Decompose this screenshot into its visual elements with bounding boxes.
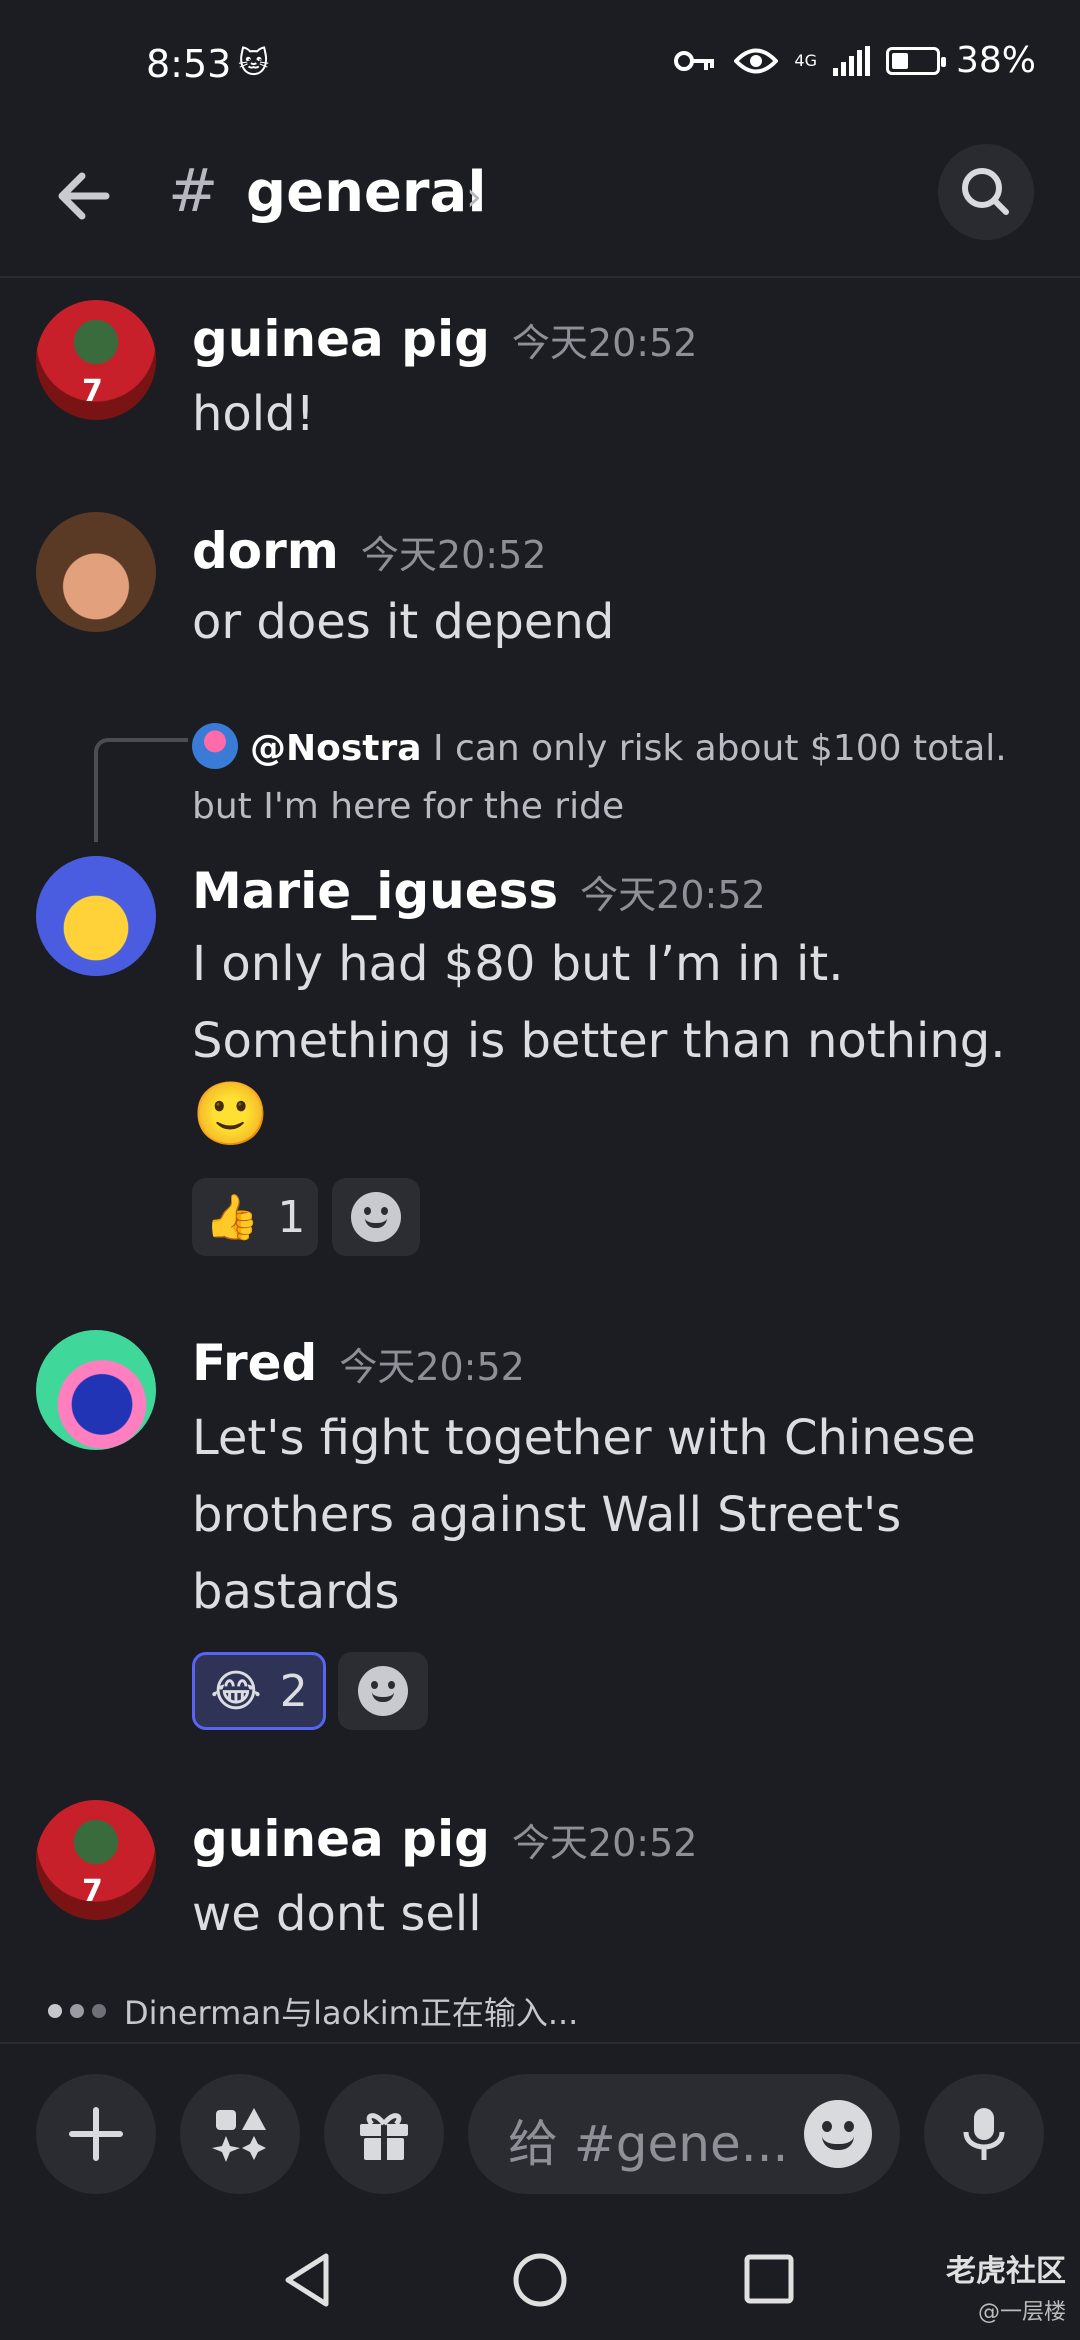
avatar[interactable] bbox=[36, 856, 156, 976]
add-reaction-button[interactable] bbox=[338, 1652, 428, 1730]
reaction-laughing[interactable]: 😂 2 bbox=[192, 1652, 326, 1730]
avatar[interactable] bbox=[36, 512, 156, 632]
cat-notification-icon: 🐱 bbox=[238, 46, 270, 81]
emoji-icon[interactable] bbox=[804, 2100, 872, 2168]
typing-dots-icon bbox=[48, 2004, 106, 2018]
channel-name[interactable]: general bbox=[246, 160, 487, 225]
typing-indicator: Dinerman与laokim正在输入... bbox=[48, 1988, 578, 2034]
message-input[interactable]: 给 #gene... bbox=[468, 2074, 900, 2194]
message-author[interactable]: guinea pig 今天20:52 bbox=[192, 310, 697, 368]
add-attachment-button[interactable] bbox=[36, 2074, 156, 2194]
status-time: 8:53 bbox=[146, 42, 232, 86]
reply-user[interactable]: @Nostra bbox=[250, 728, 422, 769]
network-type: 4G bbox=[794, 50, 817, 70]
voice-message-button[interactable] bbox=[924, 2074, 1044, 2194]
channel-hash-icon: # bbox=[168, 156, 219, 226]
search-button[interactable] bbox=[938, 144, 1034, 240]
reply-avatar bbox=[192, 723, 238, 769]
message-author[interactable]: guinea pig 今天20:52 bbox=[192, 1810, 697, 1868]
watermark-main: 老虎社区 bbox=[946, 2254, 1066, 2289]
watermark-sub: @一层楼 bbox=[977, 2300, 1066, 2325]
avatar[interactable] bbox=[36, 1330, 156, 1450]
typing-text: Dinerman与laokim正在输入... bbox=[124, 1994, 579, 2032]
divider bbox=[0, 2042, 1080, 2044]
battery-percent: 38% bbox=[955, 40, 1036, 81]
microphone-icon bbox=[963, 2108, 1005, 2160]
message-emoji: 🙂 bbox=[192, 1077, 270, 1150]
apps-icon bbox=[212, 2108, 266, 2162]
gift-icon bbox=[360, 2113, 408, 2160]
system-nav-bar bbox=[0, 2220, 1080, 2340]
watermark: 老虎社区 @一层楼 bbox=[946, 2246, 1066, 2326]
emoji-icon bbox=[351, 1192, 401, 1242]
back-arrow-icon[interactable] bbox=[48, 160, 120, 232]
message-text: I only had $80 but I’m in it. Something … bbox=[192, 936, 1006, 1069]
channel-header: # general › bbox=[0, 130, 1080, 278]
plus-icon bbox=[69, 2107, 123, 2161]
message-text: we dont sell bbox=[192, 1886, 482, 1942]
message-author[interactable]: Fred 今天20:52 bbox=[192, 1334, 525, 1392]
battery-icon bbox=[885, 46, 946, 75]
nav-recents-icon[interactable] bbox=[742, 2252, 796, 2306]
message-text: Let's fight together with Chinese brothe… bbox=[192, 1410, 976, 1620]
add-reaction-button[interactable] bbox=[332, 1178, 420, 1256]
chevron-right-icon[interactable]: › bbox=[466, 174, 482, 220]
status-icons: 4G 38% bbox=[674, 40, 1036, 81]
message-timestamp: 今天20:52 bbox=[580, 873, 766, 917]
avatar[interactable]: 7 bbox=[36, 1800, 156, 1920]
nav-back-icon[interactable] bbox=[280, 2250, 334, 2310]
reply-preview[interactable]: @Nostra I can only risk about $100 total… bbox=[192, 720, 1052, 836]
thumbs-up-icon: 👍 bbox=[204, 1192, 260, 1243]
eye-icon bbox=[734, 48, 779, 73]
message-timestamp: 今天20:52 bbox=[360, 533, 547, 577]
avatar[interactable]: 7 bbox=[36, 300, 156, 420]
message-input-placeholder: 给 #gene... bbox=[508, 2115, 789, 2173]
key-icon bbox=[674, 50, 715, 71]
apps-button[interactable] bbox=[180, 2074, 300, 2194]
reply-connector bbox=[94, 738, 188, 842]
reaction-count: 2 bbox=[279, 1665, 308, 1717]
reaction-thumbs-up[interactable]: 👍 1 bbox=[192, 1178, 318, 1256]
message-timestamp: 今天20:52 bbox=[511, 1821, 698, 1865]
status-bar: 8:53 🐱 4G 38% bbox=[0, 0, 1080, 130]
message-text: hold! bbox=[192, 386, 315, 442]
message-author[interactable]: Marie_iguess 今天20:52 bbox=[192, 862, 766, 920]
gift-button[interactable] bbox=[324, 2074, 444, 2194]
search-icon bbox=[962, 168, 1009, 215]
reaction-count: 1 bbox=[277, 1191, 306, 1243]
message-author[interactable]: dorm 今天20:52 bbox=[192, 522, 546, 580]
nav-home-icon[interactable] bbox=[510, 2250, 570, 2310]
signal-icon bbox=[832, 45, 870, 76]
emoji-icon bbox=[358, 1666, 408, 1716]
message-timestamp: 今天20:52 bbox=[339, 1345, 525, 1389]
composer-bar: 给 #gene... bbox=[0, 2070, 1080, 2200]
message-text: or does it depend bbox=[192, 594, 615, 650]
message-timestamp: 今天20:52 bbox=[511, 321, 698, 365]
laughing-tears-icon: 😂 bbox=[210, 1665, 262, 1717]
